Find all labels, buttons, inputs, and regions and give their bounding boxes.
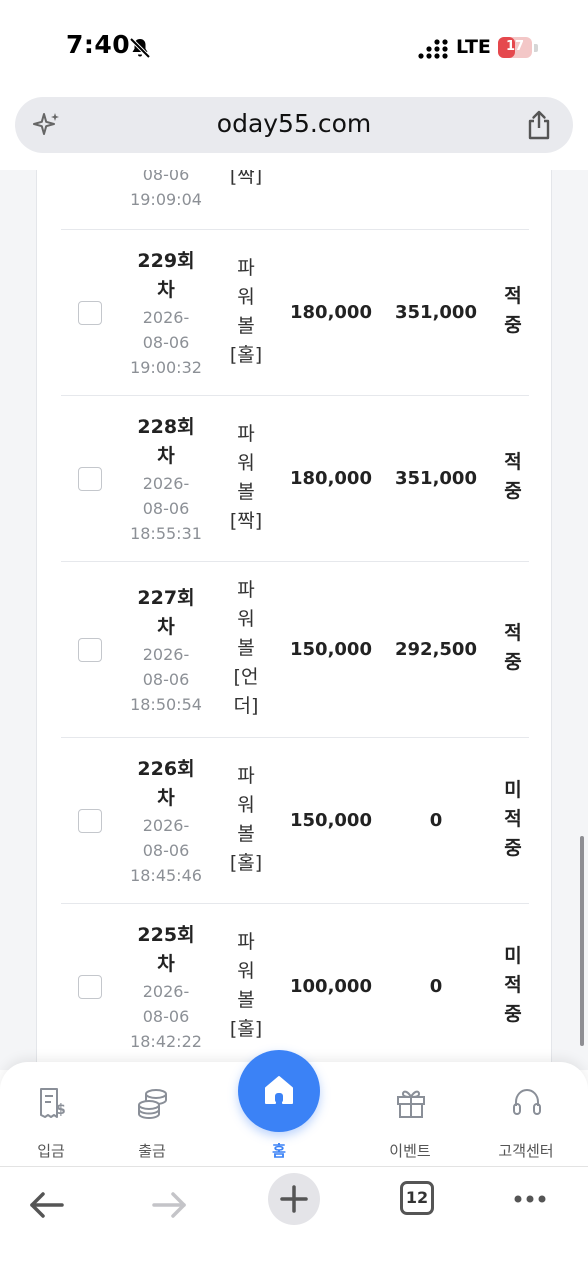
tabs-button[interactable]: 12 — [400, 1181, 434, 1215]
nav-label-home: 홈 — [272, 1142, 286, 1160]
address-bar[interactable]: oday55.com — [15, 97, 573, 153]
result-status: 미적중 — [504, 945, 522, 1025]
nav-support[interactable]: 고객센터 — [476, 1062, 576, 1166]
result-status: 적중 — [504, 622, 522, 673]
table-row[interactable]: 228회 차 2026- 08-06 18:55:31 파 워 볼 [짝] 180,0… — [61, 396, 529, 562]
share-icon[interactable] — [525, 109, 553, 141]
more-menu-icon[interactable] — [502, 1177, 558, 1233]
status-bar: 7:40 LTE 17 — [0, 0, 588, 92]
game-type: 파 워 볼 [홀] — [229, 931, 263, 1040]
game-type: 파 워 볼 [홀] — [229, 765, 263, 874]
row-checkbox[interactable] — [78, 638, 102, 662]
result-status: 미적중 — [504, 779, 522, 859]
bet-amount: 150,000 — [290, 810, 372, 831]
game-type: [짝] — [229, 170, 263, 187]
table-row-partial: 08-06 19:09:04 [짝] — [61, 170, 529, 230]
new-tab-button[interactable] — [268, 1173, 320, 1225]
network-label: LTE — [456, 36, 491, 58]
bet-amount: 180,000 — [290, 468, 372, 489]
payout-amount: 292,500 — [395, 639, 477, 660]
nav-label-support: 고객센터 — [498, 1142, 554, 1160]
table-row[interactable]: 226회 차 2026- 08-06 18:45:46 파 워 볼 [홀] 150,0… — [61, 738, 529, 904]
round-cell: 227회 차 2026- 08-06 18:50:54 — [130, 587, 202, 714]
nav-event[interactable]: 이벤트 — [360, 1062, 460, 1166]
gift-icon — [397, 1090, 425, 1118]
table-row[interactable]: 225회 차 2026- 08-06 18:42:22 파 워 볼 [홀] 100,0… — [61, 904, 529, 1070]
bet-amount: 100,000 — [290, 976, 372, 997]
game-type: 파 워 볼 [언 더] — [233, 579, 259, 717]
headset-icon — [513, 1088, 541, 1115]
round-cell: 229회 차 2026- 08-06 19:00:32 — [130, 250, 202, 377]
nav-label-event: 이벤트 — [389, 1142, 431, 1160]
forward-arrow-icon[interactable] — [142, 1177, 198, 1233]
back-arrow-icon[interactable] — [18, 1177, 74, 1233]
url-text[interactable]: oday55.com — [15, 109, 573, 138]
payout-amount: 351,000 — [395, 302, 477, 323]
nav-label-deposit: 입금 — [37, 1142, 65, 1160]
game-type: 파 워 볼 [짝] — [229, 423, 263, 532]
round-cell: 226회 차 2026- 08-06 18:45:46 — [130, 758, 202, 885]
round-cell: 228회 차 2026- 08-06 18:55:31 — [130, 416, 202, 543]
row-checkbox[interactable] — [78, 467, 102, 491]
row-checkbox[interactable] — [78, 301, 102, 325]
nav-label-withdraw: 출금 — [138, 1142, 166, 1160]
bet-history-table: 08-06 19:09:04 [짝] 229회 차 2026- 08-06 19… — [36, 170, 552, 1070]
status-time: 7:40 — [66, 30, 131, 59]
bell-muted-icon — [129, 37, 151, 59]
row-checkbox[interactable] — [78, 809, 102, 833]
table-row[interactable]: 227회 차 2026- 08-06 18:50:54 파 워 볼 [언 더] 150,… — [61, 562, 529, 738]
coins-stack-icon — [138, 1089, 167, 1120]
bet-amount: 150,000 — [290, 639, 372, 660]
battery-tip — [534, 44, 538, 52]
payout-amount: 0 — [429, 810, 443, 831]
deposit-receipt-icon: $ — [40, 1088, 66, 1118]
result-status: 적중 — [504, 285, 522, 336]
battery-percent: 17 — [505, 39, 525, 54]
browser-toolbar: 12 — [0, 1166, 588, 1280]
home-icon — [265, 1076, 293, 1104]
plus-icon — [280, 1185, 308, 1213]
game-type: 파 워 볼 [홀] — [229, 257, 263, 366]
row-checkbox[interactable] — [78, 975, 102, 999]
battery-icon: 17 — [498, 37, 532, 58]
nav-withdraw[interactable]: 출금 — [102, 1062, 202, 1166]
payout-amount: 351,000 — [395, 468, 477, 489]
nav-deposit[interactable]: $ 입금 — [1, 1062, 101, 1166]
bet-amount: 180,000 — [290, 302, 372, 323]
round-cell: 225회 차 2026- 08-06 18:42:22 — [130, 924, 202, 1051]
home-button[interactable] — [238, 1050, 320, 1132]
scrollbar[interactable] — [580, 836, 584, 1046]
round-date: 08-06 19:09:04 — [130, 170, 202, 209]
page-content[interactable]: 08-06 19:09:04 [짝] 229회 차 2026- 08-06 19… — [0, 170, 588, 1070]
signal-icon — [418, 39, 448, 59]
result-status: 적중 — [504, 451, 522, 502]
table-row[interactable]: 229회 차 2026- 08-06 19:00:32 파 워 볼 [홀] 180,0… — [61, 230, 529, 396]
svg-text:$: $ — [56, 1102, 66, 1118]
payout-amount: 0 — [429, 976, 443, 997]
